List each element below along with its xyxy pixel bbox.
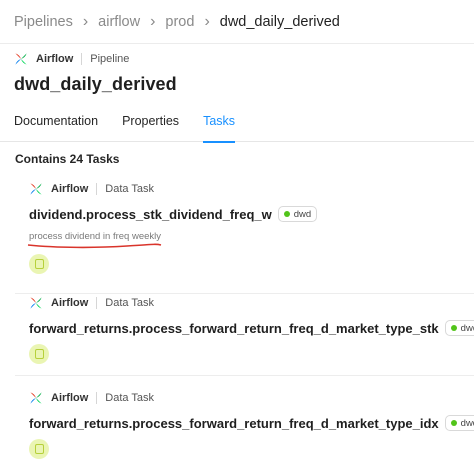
tier-tag[interactable]: dwd bbox=[444, 320, 474, 336]
task-kind: Data Task bbox=[105, 297, 154, 309]
tag-status-dot bbox=[283, 211, 290, 217]
tab-tasks[interactable]: Tasks bbox=[203, 110, 235, 143]
pipeline-kind: Pipeline bbox=[90, 53, 130, 65]
tab-documentation[interactable]: Documentation bbox=[14, 110, 98, 142]
task-type-icon bbox=[29, 439, 49, 459]
task-description-text: process dividend in freq weekly bbox=[29, 231, 162, 242]
breadcrumb-separator: › bbox=[150, 12, 156, 30]
breadcrumb-pipelines[interactable]: Pipelines bbox=[14, 14, 73, 30]
tab-bar: Documentation Properties Tasks bbox=[0, 110, 474, 143]
meta-divider bbox=[96, 183, 98, 195]
breadcrumb-prod[interactable]: prod bbox=[165, 14, 194, 30]
tab-properties[interactable]: Properties bbox=[122, 110, 179, 142]
pipeline-meta: Airflow Pipeline bbox=[14, 52, 464, 66]
meta-divider bbox=[96, 297, 98, 309]
breadcrumb: Pipelines › airflow › prod › dwd_daily_d… bbox=[0, 0, 474, 44]
task-title-row: dividend.process_stk_dividend_freq_w dwd bbox=[29, 206, 474, 222]
task-description: process dividend in freq weekly bbox=[27, 231, 162, 249]
task-service: Airflow bbox=[51, 297, 89, 309]
task-name-link[interactable]: forward_returns.process_forward_return_f… bbox=[29, 321, 439, 336]
tag-status-dot bbox=[450, 420, 457, 426]
breadcrumb-airflow[interactable]: airflow bbox=[98, 14, 140, 30]
airflow-logo-icon bbox=[30, 183, 42, 195]
pipeline-header: Airflow Pipeline dwd_daily_derived bbox=[14, 52, 464, 95]
task-name-link[interactable]: dividend.process_stk_dividend_freq_w bbox=[29, 207, 272, 222]
task-service: Airflow bbox=[51, 183, 89, 195]
task-kind: Data Task bbox=[105, 392, 154, 404]
tag-label: dwd bbox=[460, 322, 474, 334]
task-title-row: forward_returns.process_forward_return_f… bbox=[29, 320, 474, 336]
task-type-icon bbox=[29, 254, 49, 274]
tasks-count-heading: Contains 24 Tasks bbox=[15, 152, 120, 166]
task-meta: Airflow Data Task bbox=[29, 296, 474, 310]
meta-divider bbox=[96, 392, 98, 404]
page-title: dwd_daily_derived bbox=[14, 74, 177, 94]
breadcrumb-current: dwd_daily_derived bbox=[219, 13, 340, 30]
annotation-underline bbox=[27, 243, 162, 249]
task-meta: Airflow Data Task bbox=[29, 391, 474, 405]
airflow-logo-icon bbox=[15, 53, 27, 65]
task-kind: Data Task bbox=[105, 183, 154, 195]
task-service: Airflow bbox=[51, 392, 89, 404]
task-type-icon bbox=[29, 344, 49, 364]
tag-status-dot bbox=[450, 325, 457, 331]
breadcrumb-separator: › bbox=[204, 12, 210, 30]
task-meta: Airflow Data Task bbox=[29, 182, 474, 196]
tier-tag[interactable]: dwd bbox=[444, 415, 474, 431]
airflow-logo-icon bbox=[30, 297, 42, 309]
breadcrumb-separator: › bbox=[82, 12, 89, 30]
task-card: Airflow Data Task forward_returns.proces… bbox=[15, 296, 474, 376]
task-card: Airflow Data Task forward_returns.proces… bbox=[15, 391, 474, 475]
tag-label: dwd bbox=[460, 417, 474, 429]
pipeline-service: Airflow bbox=[36, 53, 74, 65]
tier-tag[interactable]: dwd bbox=[277, 206, 318, 222]
tag-label: dwd bbox=[293, 208, 312, 220]
task-card: Airflow Data Task dividend.process_stk_d… bbox=[15, 182, 474, 294]
airflow-logo-icon bbox=[30, 392, 42, 404]
task-title-row: forward_returns.process_forward_return_f… bbox=[29, 415, 474, 431]
meta-divider bbox=[81, 53, 83, 65]
task-name-link[interactable]: forward_returns.process_forward_return_f… bbox=[29, 416, 439, 431]
